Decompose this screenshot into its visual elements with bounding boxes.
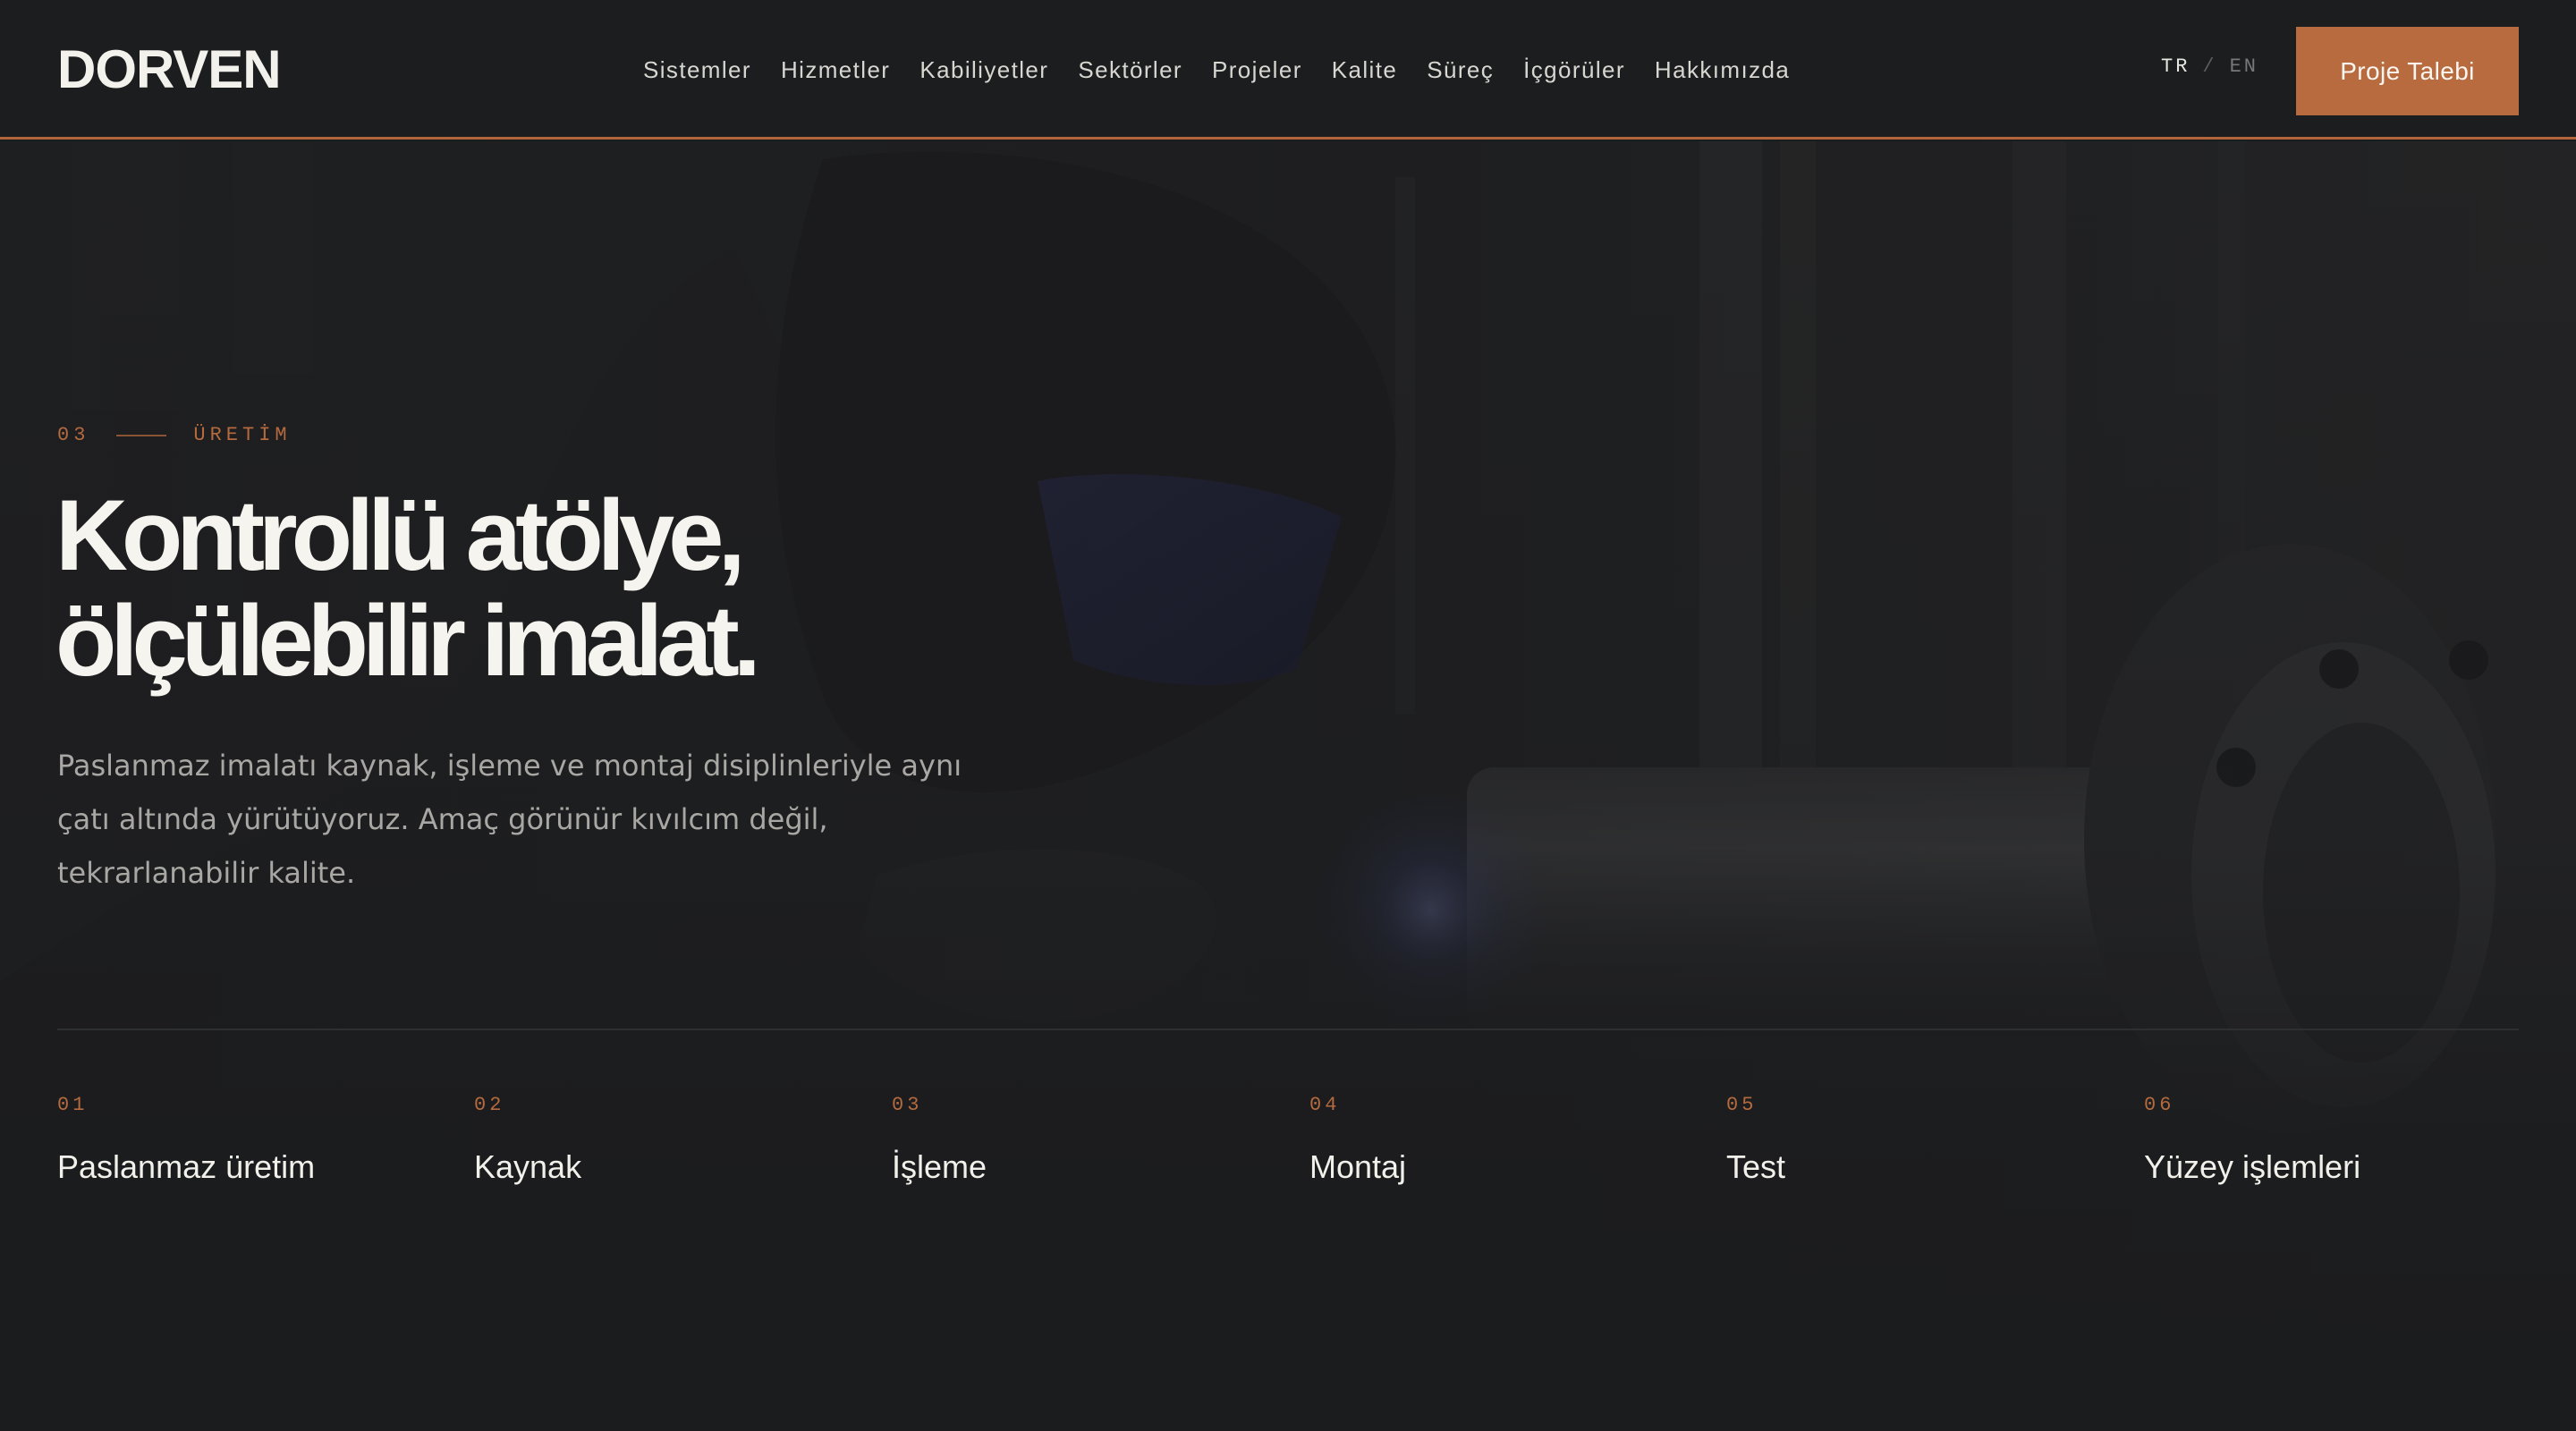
capability-number: 06 [2144,1094,2175,1116]
capability-label: Montaj [1309,1148,1407,1185]
language-switcher: TR / EN [2161,55,2258,78]
capability-item[interactable]: 05 Test [1726,1089,2120,1186]
section-divider [57,1029,2519,1030]
capability-item[interactable]: 03 İşleme [892,1089,1285,1186]
capability-list: 01 Paslanmaz üretim 02 Kaynak 03 İşleme … [57,1089,2519,1197]
eyebrow-label: ÜRETİM [193,424,292,446]
hero-headline: Kontrollü atölye, ölçülebilir imalat. [55,479,761,697]
main-nav: Sistemler Hizmetler Kabiliyetler Sektörl… [643,52,1819,88]
capability-number: 04 [1309,1094,1341,1116]
lang-separator: / [2202,55,2217,78]
lang-tr-link[interactable]: TR [2161,55,2190,78]
capability-item[interactable]: 06 Yüzey işlemleri [2144,1089,2538,1186]
nav-item-projeler[interactable]: Projeler [1212,56,1302,84]
nav-item-hakkimizda[interactable]: Hakkımızda [1655,56,1790,84]
headline-line-2: ölçülebilir imalat. [55,585,761,697]
lang-en-link[interactable]: EN [2230,55,2258,78]
capability-label: Paslanmaz üretim [57,1148,316,1185]
capability-item[interactable]: 04 Montaj [1309,1089,1703,1186]
nav-item-icgoruler[interactable]: İçgörüler [1523,56,1625,84]
nav-item-kalite[interactable]: Kalite [1332,56,1397,84]
capability-label: İşleme [892,1148,987,1185]
capability-label: Yüzey işlemleri [2144,1148,2361,1185]
nav-item-sektorler[interactable]: Sektörler [1078,56,1182,84]
page: DORVEN Sistemler Hizmetler Kabiliyetler … [0,0,2576,1431]
eyebrow-divider [116,434,167,436]
capability-item[interactable]: 02 Kaynak [474,1089,868,1186]
hero-description: Paslanmaz imalatı kaynak, işleme ve mont… [57,749,962,890]
nav-item-hizmetler[interactable]: Hizmetler [781,56,890,84]
logo-text: DORVEN [57,39,282,99]
nav-item-surec[interactable]: Süreç [1427,56,1494,84]
capability-number: 01 [57,1094,89,1116]
capability-number: 03 [892,1094,923,1116]
capability-item[interactable]: 01 Paslanmaz üretim [57,1089,451,1186]
capability-number: 02 [474,1094,505,1116]
capability-label: Kaynak [474,1148,582,1185]
capability-number: 05 [1726,1094,1758,1116]
nav-item-kabiliyetler[interactable]: Kabiliyetler [919,56,1048,84]
nav-item-sistemler[interactable]: Sistemler [643,56,751,84]
logo[interactable]: DORVEN [57,39,282,99]
section-eyebrow: 03 ÜRETİM [57,424,292,446]
project-request-button[interactable]: Proje Talebi [2296,27,2519,115]
headline-line-1: Kontrollü atölye, [55,479,746,591]
site-header: DORVEN Sistemler Hizmetler Kabiliyetler … [0,0,2576,140]
capability-label: Test [1726,1148,1786,1185]
eyebrow-number: 03 [57,424,90,446]
